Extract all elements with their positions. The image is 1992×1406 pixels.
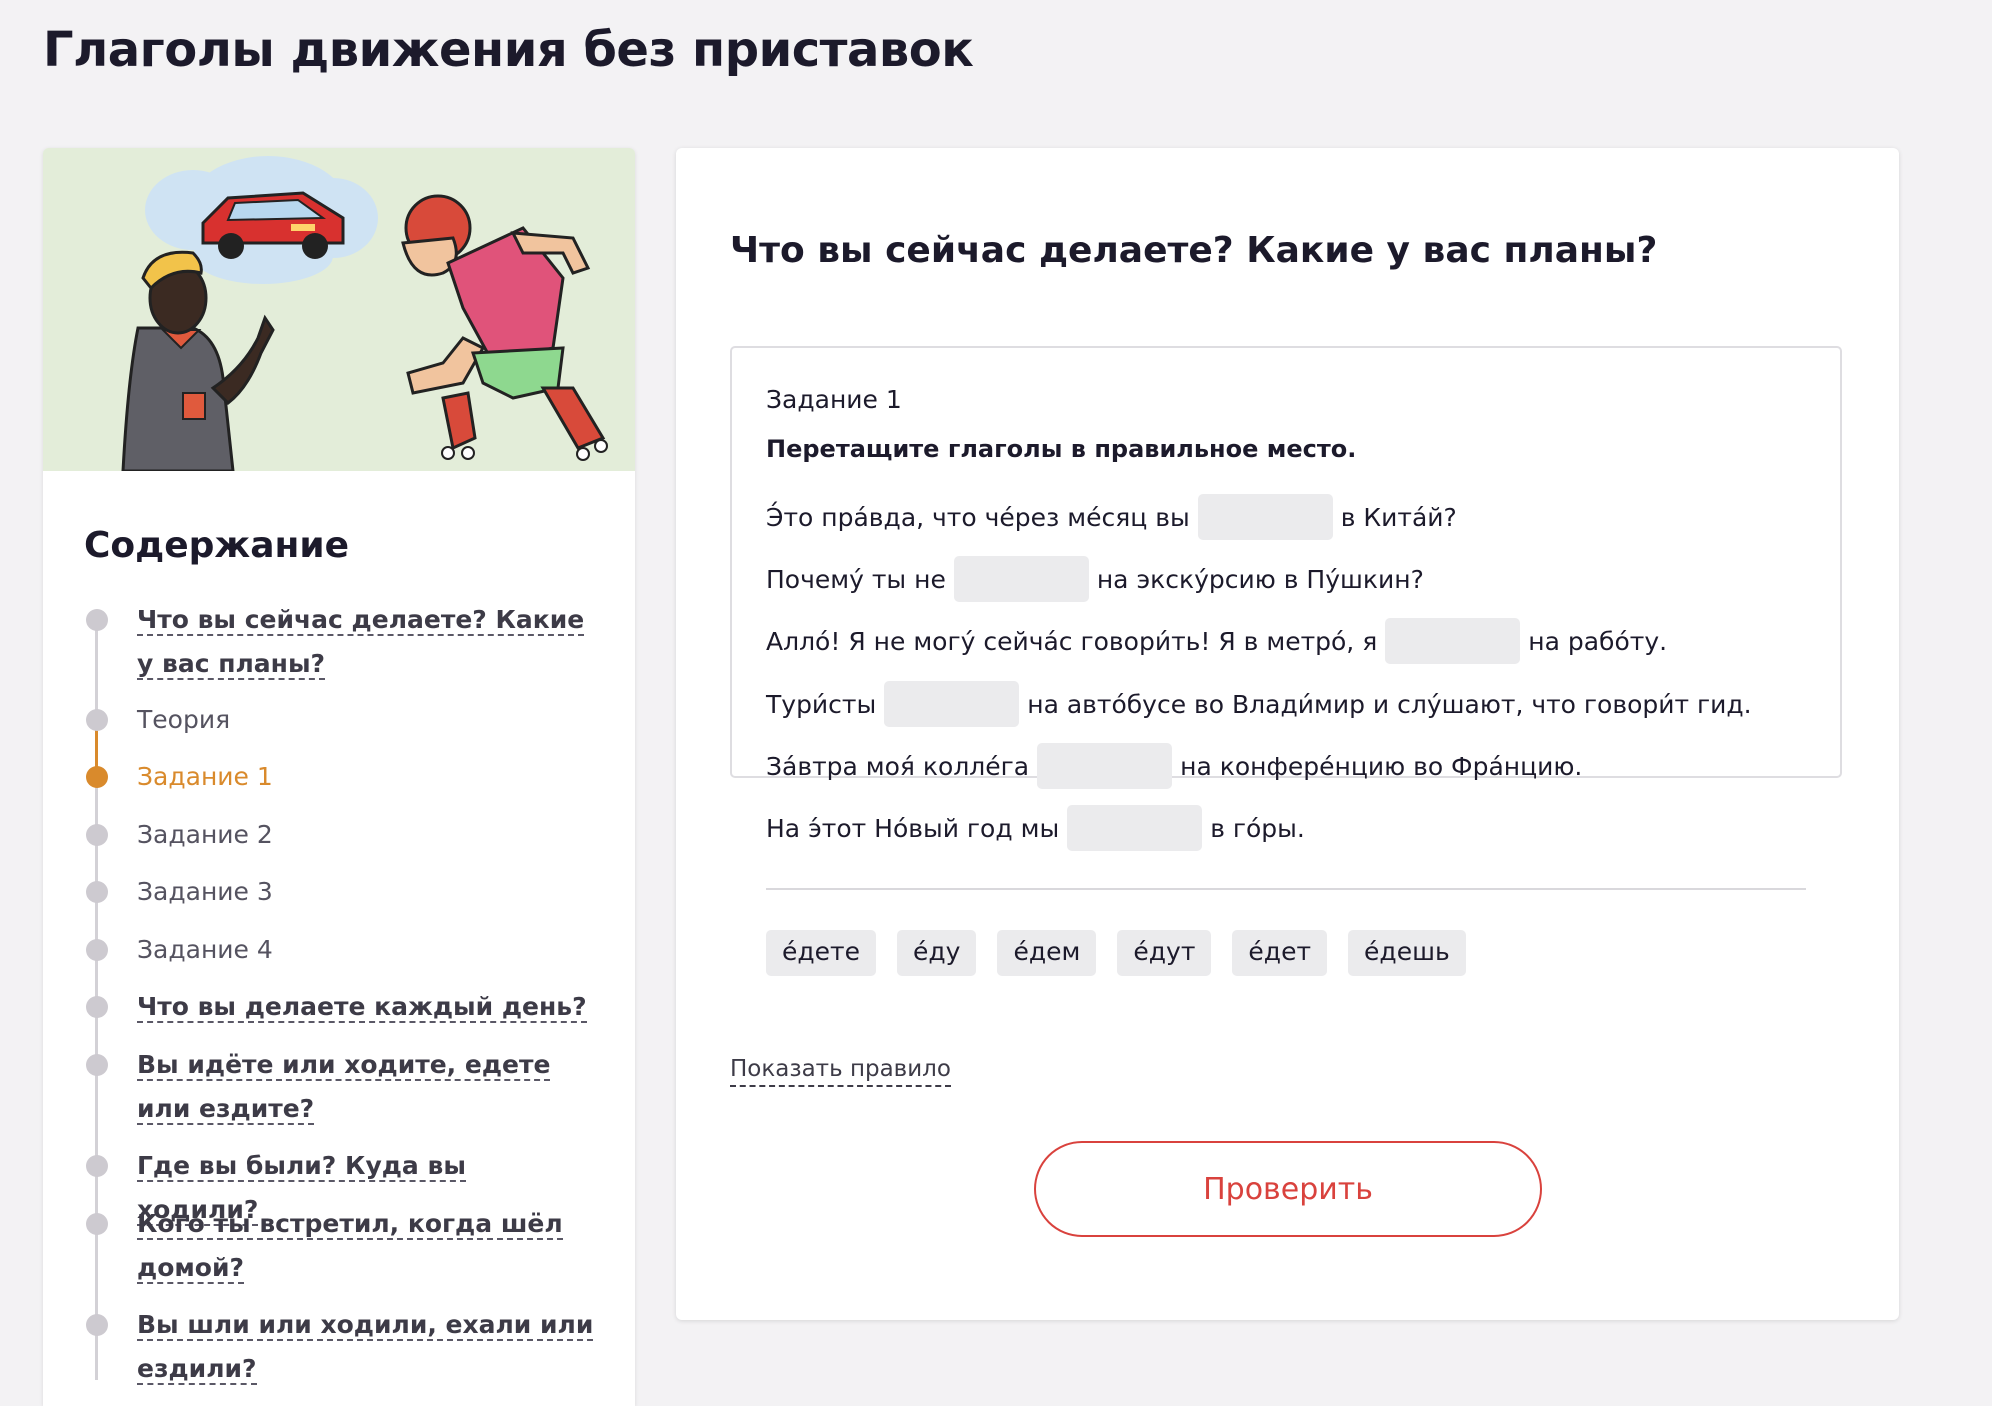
toc-item[interactable]: Задание 2	[43, 813, 635, 870]
sentence-text-before: Тури́сты	[766, 689, 877, 719]
sentence-row: Алло́! Я не могу́ сейча́с говори́ть! Я в…	[766, 618, 1667, 664]
drop-slot[interactable]	[1067, 805, 1203, 851]
sentence-text-after: в го́ры.	[1210, 813, 1305, 843]
sentence-text-after: на рабо́ту.	[1528, 626, 1668, 656]
drop-slot[interactable]	[1385, 618, 1521, 664]
toc-item[interactable]: Теория	[43, 698, 635, 755]
word-chip[interactable]: е́ду	[897, 930, 977, 976]
word-chip[interactable]: е́дет	[1232, 930, 1328, 976]
toc-link[interactable]: Теория	[137, 705, 230, 734]
word-bank: е́дете е́ду е́дем е́дут е́дет е́дешь	[766, 930, 1466, 976]
toc-heading: Содержание	[84, 525, 350, 566]
sentence-row: Э́то пра́вда, что че́рез ме́сяц вы в Кит…	[766, 494, 1457, 540]
toc-item[interactable]: Что вы делаете каждый день?	[43, 985, 635, 1043]
toc-link[interactable]: Задание 4	[137, 935, 273, 964]
toc-dot	[86, 1155, 108, 1177]
exercise-card: Что вы сейчас делаете? Какие у вас планы…	[676, 148, 1899, 1320]
toc-item[interactable]: Что вы сейчас делаете? Какие у вас планы…	[43, 598, 635, 698]
toc-link[interactable]: Вы шли или ходили, ехали или ездили?	[137, 1310, 594, 1385]
toc-dot	[86, 824, 108, 846]
toc-link[interactable]: Задание 2	[137, 820, 273, 849]
sentence-text-before: На э́тот Но́вый год мы	[766, 813, 1060, 843]
toc-link-current[interactable]: Задание 1	[137, 762, 273, 791]
toc-dot	[86, 1054, 108, 1076]
sidebar: Содержание Что вы сейчас делаете? Какие …	[43, 148, 635, 1406]
sentence-text-after: на экску́рсию в Пу́шкин?	[1096, 564, 1424, 594]
task-instruction: Перетащите глаголы в правильное место.	[766, 435, 1357, 463]
toc-dot-active	[86, 766, 108, 788]
toc-link[interactable]: Что вы сейчас делаете? Какие у вас планы…	[137, 605, 585, 680]
show-rule-link[interactable]: Показать правило	[730, 1053, 951, 1087]
drop-slot[interactable]	[884, 681, 1020, 727]
sentence-text-before: За́втра моя́ колле́га	[766, 751, 1030, 781]
word-chip[interactable]: е́дут	[1117, 930, 1212, 976]
lesson-illustration	[43, 148, 635, 471]
toc-link[interactable]: Вы идёте или ходите, едете или ездите?	[137, 1050, 551, 1125]
toc-item[interactable]: Вы шли или ходили, ехали или ездили?	[43, 1303, 635, 1404]
toc-item-current[interactable]: Задание 1	[43, 755, 635, 813]
sentence-text-before: Алло́! Я не могу́ сейча́с говори́ть! Я в…	[766, 626, 1378, 656]
sentence-row: На э́тот Но́вый год мы в го́ры.	[766, 805, 1305, 851]
toc-dot	[86, 996, 108, 1018]
page-title: Глаголы движения без приставок	[43, 22, 974, 78]
word-chip[interactable]: е́дем	[997, 930, 1097, 976]
toc-link[interactable]: Задание 3	[137, 877, 273, 906]
toc-dot	[86, 709, 108, 731]
drop-slot[interactable]	[1037, 743, 1173, 789]
sentence-row: Почему́ ты не на экску́рсию в Пу́шкин?	[766, 556, 1424, 602]
toc-dot	[86, 1314, 108, 1336]
sentence-text-after: на конфере́нцию во Фра́нцию.	[1180, 751, 1583, 781]
sentence-text-after: на авто́бусе во Влади́мир и слу́шают, чт…	[1027, 689, 1752, 719]
drop-slot[interactable]	[953, 556, 1089, 602]
table-of-contents: Что вы сейчас делаете? Какие у вас планы…	[43, 598, 635, 1404]
toc-link[interactable]: Кого ты встретил, когда шёл домой?	[137, 1209, 563, 1284]
toc-dot	[86, 609, 108, 631]
sentence-text-before: Почему́ ты не	[766, 564, 946, 594]
toc-item[interactable]: Где вы были? Куда вы ходили?	[43, 1144, 635, 1226]
check-button[interactable]: Проверить	[1034, 1141, 1542, 1237]
sentence-text-after: в Кита́й?	[1340, 502, 1457, 532]
sentence-row: Тури́сты на авто́бусе во Влади́мир и слу…	[766, 681, 1752, 727]
sentence-row: За́втра моя́ колле́га на конфере́нцию во…	[766, 743, 1582, 789]
toc-item[interactable]: Задание 4	[43, 928, 635, 985]
section-title: Что вы сейчас делаете? Какие у вас планы…	[730, 230, 1658, 271]
task-label: Задание 1	[766, 385, 902, 414]
sentence-text-before: Э́то пра́вда, что че́рез ме́сяц вы	[766, 502, 1190, 532]
drop-slot[interactable]	[1197, 494, 1333, 540]
toc-dot	[86, 881, 108, 903]
divider	[766, 888, 1806, 890]
toc-item[interactable]: Вы идёте или ходите, едете или ездите?	[43, 1043, 635, 1144]
toc-dot	[86, 1213, 108, 1235]
toc-item[interactable]: Кого ты встретил, когда шёл домой?	[43, 1202, 635, 1303]
toc-dot	[86, 939, 108, 961]
word-chip[interactable]: е́дете	[766, 930, 876, 976]
toc-link[interactable]: Что вы делаете каждый день?	[137, 992, 587, 1023]
word-chip[interactable]: е́дешь	[1348, 930, 1466, 976]
toc-item[interactable]: Задание 3	[43, 870, 635, 928]
task-panel: Задание 1 Перетащите глаголы в правильно…	[730, 346, 1842, 976]
